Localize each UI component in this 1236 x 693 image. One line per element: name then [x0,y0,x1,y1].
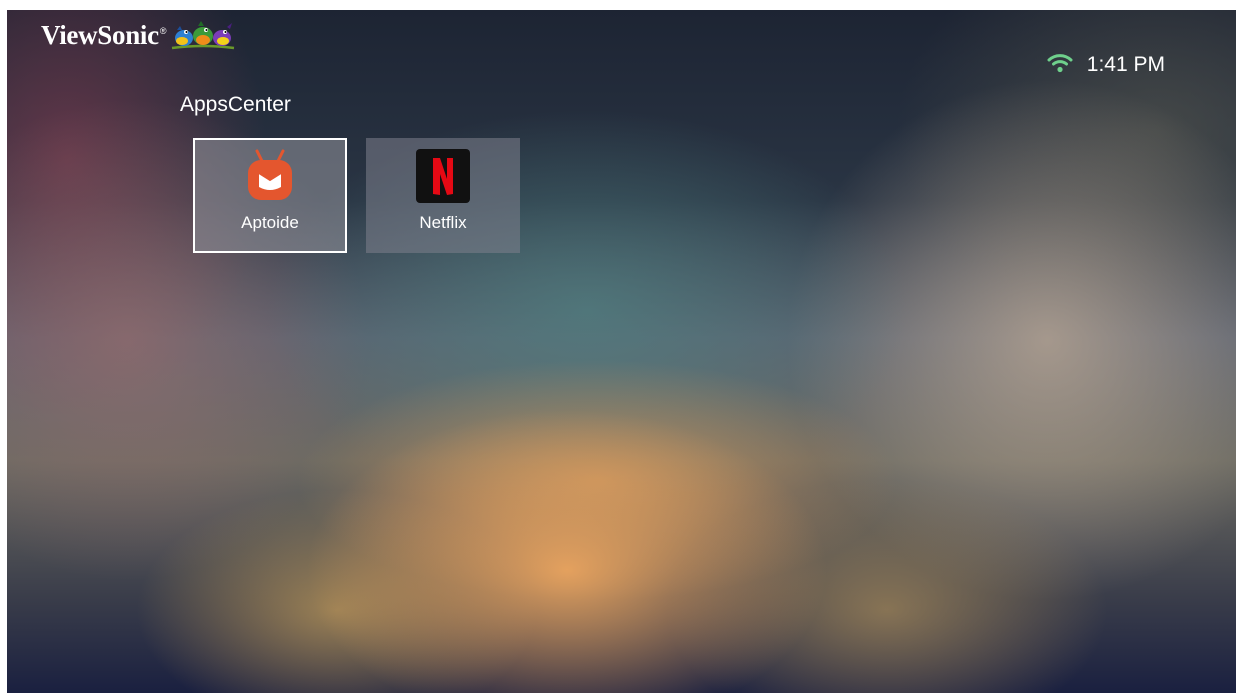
aptoide-icon [245,149,295,203]
netflix-icon [416,149,470,203]
app-tile-aptoide[interactable]: Aptoide [193,138,347,253]
viewsonic-logo: ViewSonic ® [41,20,236,57]
app-tile-netflix[interactable]: Netflix [366,138,520,253]
registered-mark: ® [159,26,167,36]
brand-name: ViewSonic [41,20,159,50]
status-bar: 1:41 PM [1047,51,1165,79]
app-grid: Aptoide Netflix [193,138,539,253]
app-label-aptoide: Aptoide [241,213,299,232]
wifi-icon [1047,53,1073,79]
clock-time: 1:41 PM [1086,53,1165,76]
section-title: AppsCenter [180,93,291,116]
birds-logo-icon [170,18,236,57]
app-label-netflix: Netflix [419,213,467,232]
launcher-screen: ViewSonic ® 1:41 PM AppsCenter Aptoide N… [7,10,1236,693]
